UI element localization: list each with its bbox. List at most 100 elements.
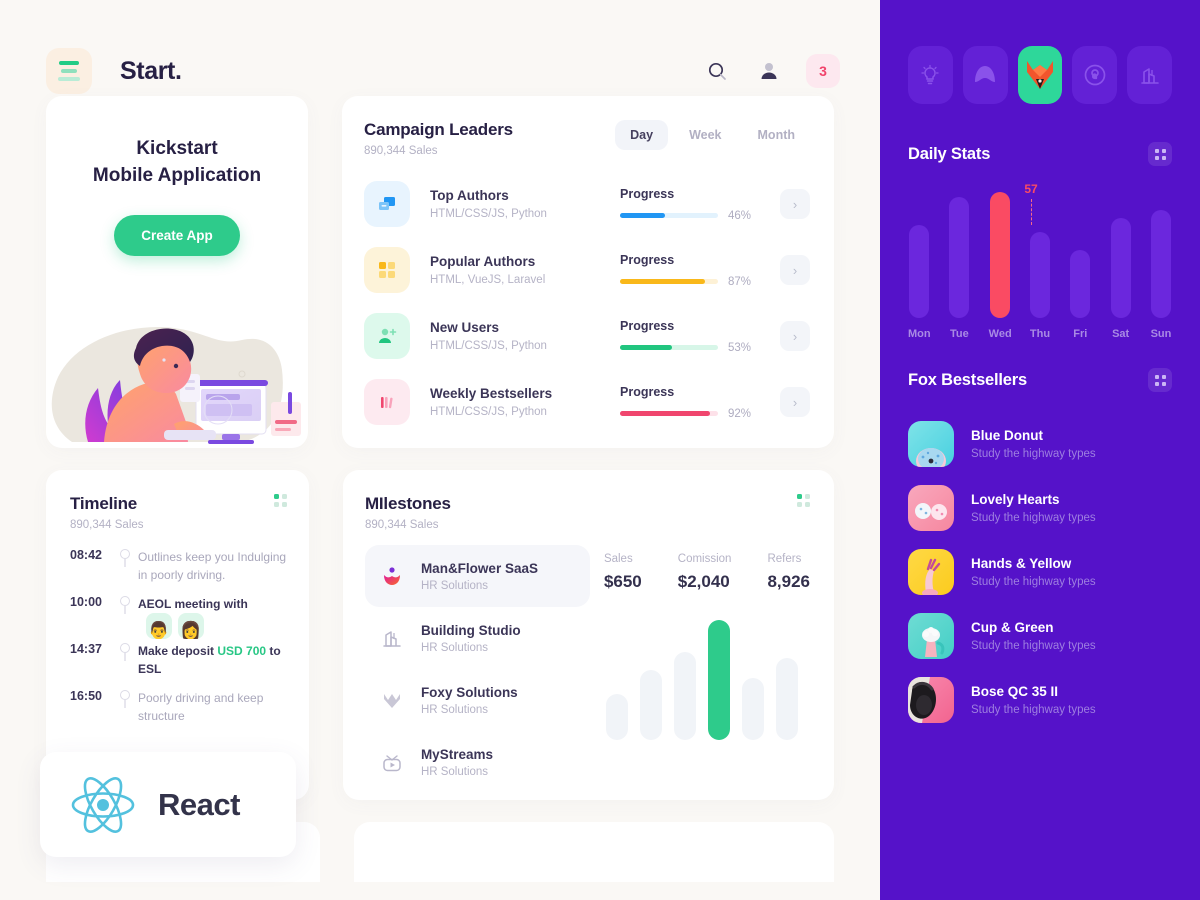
timeline-marker xyxy=(112,688,138,708)
daily-bars xyxy=(908,192,1172,318)
list-item[interactable]: 14:37 Make deposit USD 700 to ESL xyxy=(70,641,287,688)
grid-dots-icon[interactable] xyxy=(1148,142,1172,166)
chevron-right-icon[interactable]: › xyxy=(780,189,810,219)
table-row[interactable]: Popular Authors HTML, VueJS, Laravel Pro… xyxy=(364,237,810,303)
timeline-time: 16:50 xyxy=(70,689,102,703)
sidebar-item-arrow-up[interactable] xyxy=(962,46,1008,104)
list-item[interactable]: Lovely Hearts Study the highway types xyxy=(908,476,1172,540)
list-item[interactable]: Man&Flower SaaS HR Solutions xyxy=(364,545,590,607)
progress-track xyxy=(620,411,718,416)
milestone-text: Man&Flower SaaS HR Solutions xyxy=(421,561,538,592)
bestseller-sub: Study the highway types xyxy=(971,512,1096,524)
bar-1 xyxy=(605,694,628,740)
milestones-subtitle: 890,344 Sales xyxy=(364,519,439,531)
table-row[interactable]: Weekly Bestsellers HTML/CSS/JS, Python P… xyxy=(364,369,810,435)
list-item[interactable]: MyStreams HR Solutions xyxy=(365,731,590,793)
progress-label: Progress xyxy=(620,252,675,267)
list-item[interactable]: Bose QC 35 II Study the highway types xyxy=(908,668,1172,732)
progress-label: Progress xyxy=(620,384,675,399)
campaign-subtitle: 890,344 Sales xyxy=(364,145,438,157)
chevron-right-icon[interactable]: › xyxy=(780,387,810,417)
chevron-right-icon[interactable]: › xyxy=(780,255,810,285)
search-icon[interactable] xyxy=(702,56,732,86)
list-item[interactable]: 16:50 Poorly driving and keep structure xyxy=(70,688,287,735)
grid-dots-icon[interactable] xyxy=(797,494,810,507)
tab-month[interactable]: Month xyxy=(743,120,810,150)
campaign-list: Top Authors HTML/CSS/JS, Python Progress… xyxy=(364,171,810,435)
sidebar-item-nine-badge[interactable] xyxy=(1072,46,1118,104)
table-row[interactable]: Top Authors HTML/CSS/JS, Python Progress… xyxy=(364,171,810,237)
avatar: 👨 xyxy=(146,613,172,639)
sidebar-item-building[interactable] xyxy=(1127,46,1172,104)
user-avatar-icon[interactable] xyxy=(754,56,784,86)
bestseller-sub: Study the highway types xyxy=(971,640,1096,652)
bar-2 xyxy=(639,670,662,740)
bar-col-thu xyxy=(1029,192,1051,318)
timeline-text: AEOL meeting with xyxy=(138,597,248,611)
stat-value: 8,926 xyxy=(767,572,810,591)
progress-percent: 87% xyxy=(728,275,752,288)
list-item[interactable]: Blue Donut Study the highway types xyxy=(908,412,1172,476)
timeline-text-row: AEOL meeting with 👨 👩 xyxy=(138,594,287,639)
stat-value: $2,040 xyxy=(677,572,730,591)
campaign-leaders-card: Campaign Leaders 890,344 Sales Day Week … xyxy=(342,96,834,448)
content-row-top: Kickstart Mobile Application Create App xyxy=(0,96,880,448)
sidebar-item-fox-logo[interactable] xyxy=(1017,46,1063,104)
content-row-bottom: Timeline 890,344 Sales 08:42 Outlines ke… xyxy=(0,448,880,800)
stat-refers: Refers 8,926 xyxy=(767,553,810,592)
milestones-stats-chart: Sales $650 Comission $2,040 Refers 8,926 xyxy=(590,545,810,793)
campaign-row-text: New Users HTML/CSS/JS, Python xyxy=(430,320,620,352)
bar-thu xyxy=(1029,232,1050,318)
bar-tue xyxy=(949,197,970,318)
list-item[interactable]: 08:42 Outlines keep you Indulging in poo… xyxy=(70,547,287,594)
tab-week[interactable]: Week xyxy=(674,120,736,150)
axis-label-mon: Mon xyxy=(908,328,931,340)
sidebar-item-lightbulb[interactable] xyxy=(908,46,953,104)
list-item[interactable]: Foxy Solutions HR Solutions xyxy=(365,669,590,731)
timeline-marker xyxy=(112,594,138,614)
tab-day[interactable]: Day xyxy=(615,120,669,150)
timeline-text: Poorly driving and keep structure xyxy=(138,691,264,723)
list-item[interactable]: Hands & Yellow Study the highway types xyxy=(908,540,1172,604)
bestseller-name: Lovely Hearts xyxy=(971,492,1060,507)
progress-fill xyxy=(620,345,672,350)
milestones-bar-chart xyxy=(604,620,810,740)
list-item[interactable]: 10:00 AEOL meeting with 👨 👩 xyxy=(70,594,287,641)
daily-stats-chart: 57 Mon Tue Wed Thu Fri Sat Sun xyxy=(908,182,1172,342)
right-sidebar: Daily Stats 57 Mon Tue Wed Thu Fri Sat S… xyxy=(880,0,1200,900)
create-app-button[interactable]: Create App xyxy=(114,215,240,257)
campaign-row-text: Popular Authors HTML, VueJS, Laravel xyxy=(430,254,620,286)
axis-label-sat: Sat xyxy=(1112,328,1130,340)
list-item[interactable]: Building Studio HR Solutions xyxy=(365,607,590,669)
bar-col-sat xyxy=(1110,192,1132,318)
milestone-text: Foxy Solutions HR Solutions xyxy=(421,685,518,716)
campaign-row-text: Weekly Bestsellers HTML/CSS/JS, Python xyxy=(430,386,620,418)
list-item[interactable]: Cup & Green Study the highway types xyxy=(908,604,1172,668)
timeline-subtitle: 890,344 Sales xyxy=(70,519,144,531)
table-row[interactable]: New Users HTML/CSS/JS, Python Progress 5… xyxy=(364,303,810,369)
main-content: Start. 3 Kickstart Mobile Application Cr… xyxy=(0,0,880,900)
grid-dots-icon[interactable] xyxy=(273,494,287,507)
daily-stats-title: Daily Stats xyxy=(908,144,991,163)
milestones-header: MIlestones 890,344 Sales xyxy=(365,494,810,531)
campaign-row-tags: HTML/CSS/JS, Python xyxy=(430,406,547,418)
grid-dots-icon[interactable] xyxy=(1148,368,1172,392)
add-user-icon xyxy=(364,313,410,359)
logo-line-2 xyxy=(61,69,77,73)
chevron-right-icon[interactable]: › xyxy=(780,321,810,351)
bar-col-tue xyxy=(948,192,970,318)
axis-label-fri: Fri xyxy=(1073,328,1088,340)
react-overlay-card[interactable]: React xyxy=(40,752,296,857)
timeline-time: 10:00 xyxy=(70,595,102,609)
notification-badge[interactable]: 3 xyxy=(806,54,840,88)
campaign-row-tags: HTML/CSS/JS, Python xyxy=(430,208,547,220)
bestsellers-header: Fox Bestsellers xyxy=(908,368,1172,392)
progress-label: Progress xyxy=(620,318,675,333)
milestone-name: Foxy Solutions xyxy=(420,684,518,700)
bestseller-sub: Study the highway types xyxy=(971,704,1096,716)
progress-fill xyxy=(620,411,711,416)
fox-logo-icon xyxy=(1026,61,1053,89)
milestones-title: MIlestones xyxy=(364,494,451,513)
milestone-sub: HR Solutions xyxy=(420,765,489,778)
hamburger-menu-icon[interactable] xyxy=(46,48,92,94)
